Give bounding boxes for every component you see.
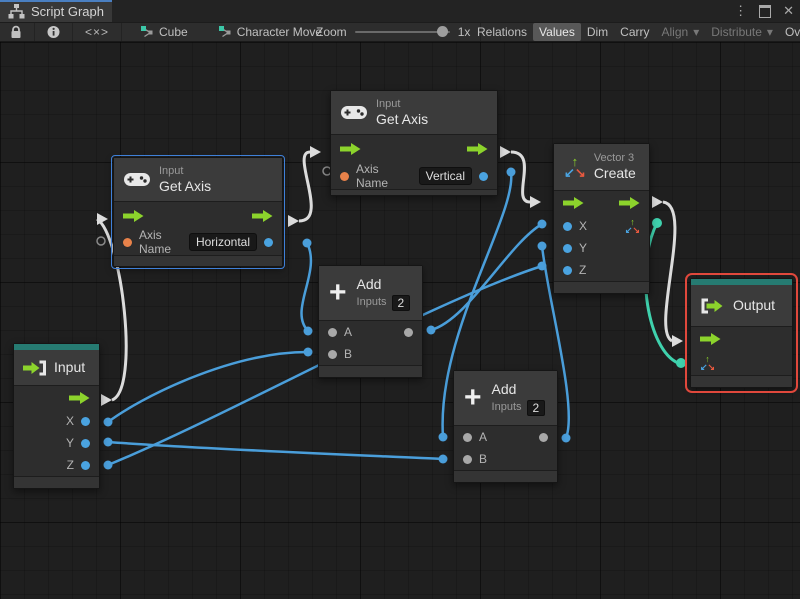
info-icon[interactable]: [41, 23, 66, 41]
lock-icon[interactable]: [4, 23, 28, 41]
script-graph-icon: [8, 3, 25, 19]
plus-icon: +: [464, 381, 482, 414]
vector3-icon: ↑ ↙↘: [564, 154, 586, 180]
node-title: Create: [593, 165, 636, 181]
relations-button[interactable]: Relations: [471, 23, 533, 41]
overview-button[interactable]: Overview: [779, 23, 800, 41]
node-title: Input: [54, 359, 86, 375]
port-a-label: A: [344, 325, 353, 339]
distribute-dropdown[interactable]: Distribute ▾: [705, 23, 779, 41]
port-x-label: X: [579, 219, 588, 233]
vector-in-port-icon[interactable]: ↑ ↙↘: [700, 355, 715, 372]
node-title: Add: [491, 380, 517, 397]
flow-in-arrow-icon[interactable]: [340, 143, 361, 155]
breadcrumb-graph-character-move[interactable]: Character Move: [212, 23, 328, 41]
flow-out-arrow-icon[interactable]: [252, 209, 273, 222]
port-y-label: Y: [579, 241, 588, 255]
active-tab-indicator: [0, 0, 112, 2]
tab-script-graph[interactable]: Script Graph: [0, 0, 112, 22]
flow-in-arrow-icon[interactable]: [123, 209, 144, 222]
node-graph-input[interactable]: Input X Y Z: [13, 343, 100, 489]
carry-button[interactable]: Carry: [614, 23, 655, 41]
port-y-label: Y: [65, 436, 74, 450]
port-a-label: A: [479, 430, 488, 444]
flow-in-arrow-icon[interactable]: [700, 333, 721, 345]
axis-name-port[interactable]: [123, 237, 132, 247]
node-get-axis-vertical[interactable]: Input Get Axis Axis Name Vertical: [330, 90, 498, 196]
port-b[interactable]: [463, 454, 472, 464]
node-add-2[interactable]: + Add Inputs 2 A B: [453, 370, 558, 483]
window-maximize-icon[interactable]: [759, 4, 772, 18]
inputs-count-field[interactable]: 2: [526, 399, 546, 416]
port-y[interactable]: [81, 438, 90, 448]
values-button[interactable]: Values: [533, 23, 581, 41]
port-z[interactable]: [81, 460, 90, 470]
port-b-label: B: [344, 347, 353, 361]
node-add-1[interactable]: + Add Inputs 2 A B: [318, 265, 423, 378]
flow-out-arrow-icon[interactable]: [619, 197, 640, 209]
port-a[interactable]: [463, 432, 472, 442]
port-b[interactable]: [328, 349, 337, 359]
zoom-slider[interactable]: [354, 26, 450, 37]
graph-icon: [141, 26, 153, 38]
port-z[interactable]: [563, 265, 572, 275]
port-z-label: Z: [579, 263, 587, 277]
graph-icon: [218, 26, 231, 38]
chevron-down-icon: ▾: [693, 25, 700, 39]
inputs-label: Inputs: [491, 401, 522, 413]
port-z-label: Z: [66, 458, 74, 472]
flow-out-arrow-icon[interactable]: [69, 392, 90, 404]
port-x[interactable]: [563, 221, 572, 231]
node-category: Input: [376, 97, 401, 110]
edit-graph-icon[interactable]: <×>: [79, 23, 115, 41]
value-out-port[interactable]: [264, 237, 273, 247]
port-x[interactable]: [81, 416, 90, 426]
node-category: Vector 3: [593, 152, 635, 164]
param-label: Axis Name: [356, 162, 389, 190]
value-out-port[interactable]: [479, 171, 488, 181]
sum-out-port[interactable]: [539, 432, 548, 442]
inputs-count-field[interactable]: 2: [391, 294, 411, 311]
zoom-value: 1x: [457, 25, 471, 39]
node-title: Output: [733, 297, 776, 313]
tab-bar: Script Graph ⋮ ✕: [0, 0, 800, 22]
port-b-label: B: [479, 452, 488, 466]
align-dropdown[interactable]: Align ▾: [656, 23, 706, 41]
flow-out-arrow-icon[interactable]: [467, 143, 488, 155]
node-get-axis-horizontal[interactable]: Input Get Axis Axis Name Horizontal: [111, 155, 285, 269]
tab-title: Script Graph: [31, 3, 104, 19]
node-graph-output[interactable]: Output ↑ ↙↘: [685, 273, 798, 393]
node-title: Add: [356, 275, 382, 292]
window-menu-icon[interactable]: ⋮: [734, 3, 747, 19]
zoom-slider-handle[interactable]: [436, 26, 448, 37]
graph-output-icon: [699, 297, 725, 315]
axis-name-port[interactable]: [340, 171, 349, 181]
param-label: Axis Name: [139, 228, 172, 256]
inputs-label: Inputs: [356, 296, 387, 308]
node-category: Input: [159, 164, 184, 177]
node-title: Get Axis: [376, 110, 429, 127]
sum-out-port[interactable]: [404, 327, 413, 337]
graph-input-icon: [22, 359, 47, 377]
plus-icon: +: [329, 276, 347, 309]
dim-button[interactable]: Dim: [581, 23, 614, 41]
breadcrumb-graph-cube[interactable]: Cube: [134, 23, 194, 41]
graph-toolbar: <×> Cube Character Move Zoom 1x Relation…: [0, 22, 800, 42]
gamepad-icon: [124, 171, 150, 188]
flow-in-arrow-icon[interactable]: [563, 197, 584, 209]
port-a[interactable]: [328, 327, 337, 337]
axis-name-value-field[interactable]: Vertical: [418, 167, 472, 185]
gamepad-icon: [341, 104, 367, 121]
zoom-label: Zoom: [316, 25, 347, 39]
node-vector3-create[interactable]: ↑ ↙↘ Vector 3 Create X ↑ ↙↘ Y Z: [553, 143, 650, 294]
chevron-down-icon: ▾: [766, 25, 773, 39]
axis-name-value-field[interactable]: Horizontal: [188, 233, 257, 251]
port-y[interactable]: [563, 243, 572, 253]
port-x-label: X: [65, 414, 74, 428]
window-close-icon[interactable]: ✕: [783, 3, 794, 19]
vector3-out-port-icon[interactable]: ↑ ↙↘: [625, 218, 640, 235]
node-title: Get Axis: [159, 177, 212, 194]
